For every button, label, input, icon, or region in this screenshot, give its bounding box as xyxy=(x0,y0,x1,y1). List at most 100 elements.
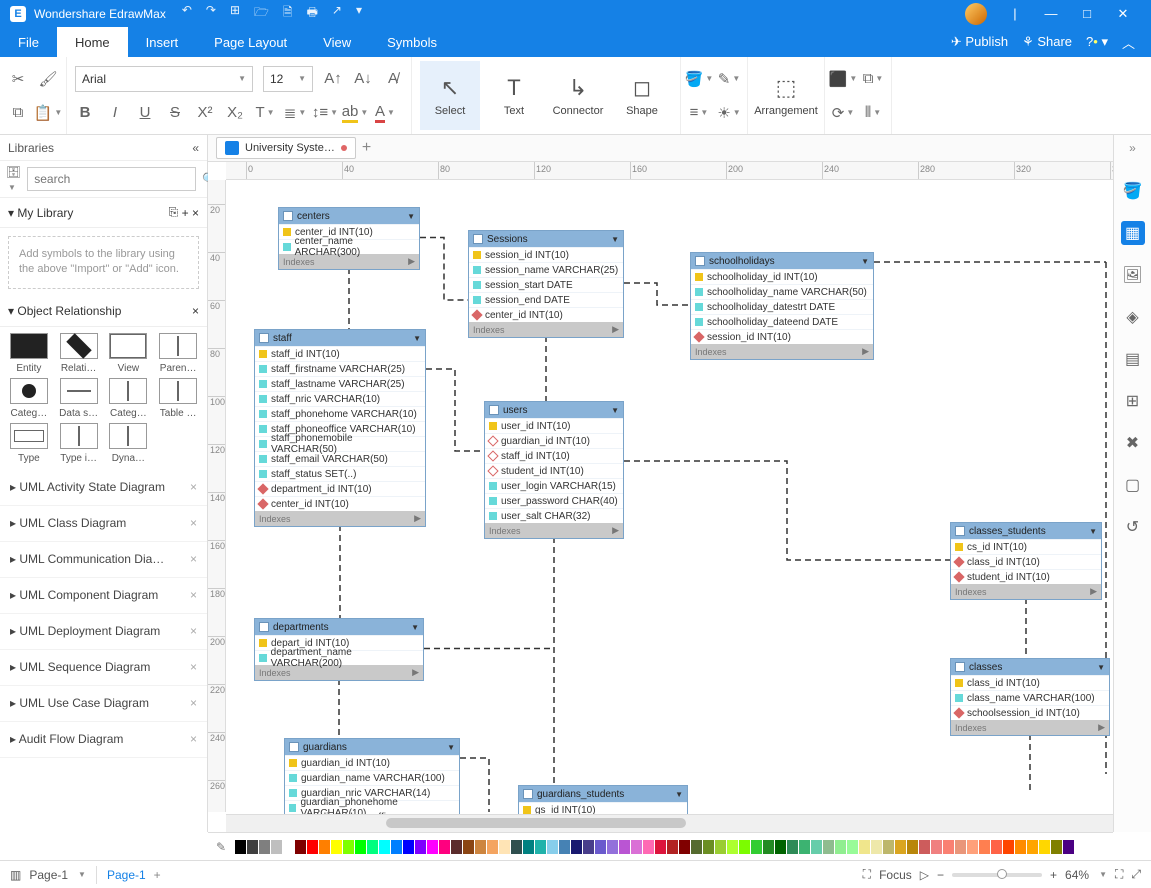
tab-symbols[interactable]: Symbols xyxy=(369,27,455,57)
shape-type i…[interactable]: Type i… xyxy=(56,423,102,464)
shape-categ…[interactable]: Categ… xyxy=(6,378,52,419)
italic-icon[interactable]: I xyxy=(105,103,125,123)
color-swatch[interactable] xyxy=(643,840,654,854)
shape-paren…[interactable]: Paren… xyxy=(155,333,201,374)
copy-icon[interactable]: ⧉ xyxy=(8,103,28,123)
shape-relati…[interactable]: Relati… xyxy=(56,333,102,374)
color-swatch[interactable] xyxy=(703,840,714,854)
color-swatch[interactable] xyxy=(991,840,1002,854)
color-swatch[interactable] xyxy=(499,840,510,854)
align-icon[interactable]: ⬛▼ xyxy=(833,69,853,89)
color-swatch[interactable] xyxy=(511,840,522,854)
color-swatch[interactable] xyxy=(559,840,570,854)
shape-entity[interactable]: Entity xyxy=(6,333,52,374)
color-swatch[interactable] xyxy=(331,840,342,854)
page-panel-icon[interactable]: ▤ xyxy=(1121,347,1145,371)
color-swatch[interactable] xyxy=(799,840,810,854)
uml-item[interactable]: ▸ UML Deployment Diagram× xyxy=(0,614,207,650)
font-color-icon[interactable]: A▼ xyxy=(375,103,395,123)
window-minimize-button[interactable]: — xyxy=(1033,6,1069,21)
library-dropdown-icon[interactable]: 🗄▼ xyxy=(6,165,21,193)
color-swatch[interactable] xyxy=(931,840,942,854)
history-icon[interactable]: ↺ xyxy=(1121,515,1145,539)
color-swatch[interactable] xyxy=(727,840,738,854)
document-tab[interactable]: University Syste… xyxy=(216,137,356,159)
add-page-button[interactable]: + xyxy=(154,868,161,882)
uml-item[interactable]: ▸ UML Sequence Diagram× xyxy=(0,650,207,686)
color-swatch[interactable] xyxy=(715,840,726,854)
color-swatch[interactable] xyxy=(283,840,294,854)
entity-departments[interactable]: departments▼depart_id INT(10)department_… xyxy=(254,618,424,681)
connector-tool-button[interactable]: ↳Connector xyxy=(548,61,608,130)
color-swatch[interactable] xyxy=(367,840,378,854)
shape-categ…[interactable]: Categ… xyxy=(106,378,152,419)
qat-more-icon[interactable]: ▾ xyxy=(356,3,362,24)
library-search-input[interactable] xyxy=(27,167,196,191)
color-swatch[interactable] xyxy=(811,840,822,854)
close-icon[interactable]: × xyxy=(190,516,197,530)
zoom-slider[interactable] xyxy=(952,873,1042,877)
select-tool-button[interactable]: ↖Select xyxy=(420,61,480,130)
ruler-panel-icon[interactable]: ⊞ xyxy=(1121,389,1145,413)
shape-table …[interactable]: Table … xyxy=(155,378,201,419)
close-section-icon[interactable]: × xyxy=(192,304,199,318)
uml-item[interactable]: ▸ UML Communication Dia…× xyxy=(0,542,207,578)
help-button[interactable]: ?• ▾ xyxy=(1086,34,1108,50)
color-swatch[interactable] xyxy=(295,840,306,854)
color-swatch[interactable] xyxy=(847,840,858,854)
fullscreen-icon[interactable]: ⤢ xyxy=(1131,867,1141,882)
color-swatch[interactable] xyxy=(871,840,882,854)
horizontal-scrollbar[interactable] xyxy=(226,814,1113,832)
color-swatch[interactable] xyxy=(1051,840,1062,854)
color-swatch[interactable] xyxy=(835,840,846,854)
color-swatch[interactable] xyxy=(775,840,786,854)
entity-sessions[interactable]: Sessions▼session_id INT(10)session_name … xyxy=(468,230,624,338)
decrease-font-icon[interactable]: A↓ xyxy=(353,69,373,89)
close-icon[interactable]: × xyxy=(190,624,197,638)
tab-file[interactable]: File xyxy=(0,27,57,57)
color-swatch[interactable] xyxy=(739,840,750,854)
fit-page-icon[interactable]: ⛶ xyxy=(1115,867,1123,882)
color-swatch[interactable] xyxy=(535,840,546,854)
collapse-rail-icon[interactable]: » xyxy=(1129,141,1136,161)
publish-button[interactable]: ✈ Publish xyxy=(951,34,1008,50)
color-swatch[interactable] xyxy=(583,840,594,854)
rotate-icon[interactable]: ⟳▼ xyxy=(833,103,853,123)
color-swatch[interactable] xyxy=(427,840,438,854)
color-swatch[interactable] xyxy=(1015,840,1026,854)
shape-dyna…[interactable]: Dyna… xyxy=(106,423,152,464)
tab-view[interactable]: View xyxy=(305,27,369,57)
color-swatch[interactable] xyxy=(271,840,282,854)
subscript-icon[interactable]: X₂ xyxy=(225,103,245,123)
group-icon[interactable]: ⧉▼ xyxy=(863,69,883,89)
redo-icon[interactable]: ↷ xyxy=(206,3,216,24)
color-swatch[interactable] xyxy=(439,840,450,854)
color-swatch[interactable] xyxy=(1027,840,1038,854)
cut-icon[interactable]: ✂ xyxy=(8,69,28,89)
color-swatch[interactable] xyxy=(259,840,270,854)
color-swatch[interactable] xyxy=(475,840,486,854)
tab-home[interactable]: Home xyxy=(57,27,128,57)
close-icon[interactable]: × xyxy=(190,696,197,710)
color-swatch[interactable] xyxy=(355,840,366,854)
color-swatch[interactable] xyxy=(691,840,702,854)
tab-page-layout[interactable]: Page Layout xyxy=(196,27,305,57)
play-icon[interactable]: ▷ xyxy=(920,868,929,882)
uml-item[interactable]: ▸ UML Class Diagram× xyxy=(0,506,207,542)
window-maximize-button[interactable]: □ xyxy=(1069,6,1105,21)
color-swatch[interactable] xyxy=(859,840,870,854)
text-tool-button[interactable]: TText xyxy=(484,61,544,130)
import-icon[interactable]: ⎘ xyxy=(169,205,179,220)
shadow-icon[interactable]: ☀▼ xyxy=(719,103,739,123)
color-swatch[interactable] xyxy=(547,840,558,854)
line-style-icon[interactable]: ≡▼ xyxy=(689,103,709,123)
color-swatch[interactable] xyxy=(943,840,954,854)
color-swatch[interactable] xyxy=(895,840,906,854)
color-swatch[interactable] xyxy=(307,840,318,854)
bold-icon[interactable]: B xyxy=(75,103,95,123)
line-color-icon[interactable]: ✎▼ xyxy=(719,69,739,89)
color-swatch[interactable] xyxy=(1063,840,1074,854)
uml-item[interactable]: ▸ UML Activity State Diagram× xyxy=(0,470,207,506)
font-family-combo[interactable]: Arial▼ xyxy=(75,66,253,92)
eyedropper-icon[interactable]: ✎ xyxy=(216,840,226,854)
